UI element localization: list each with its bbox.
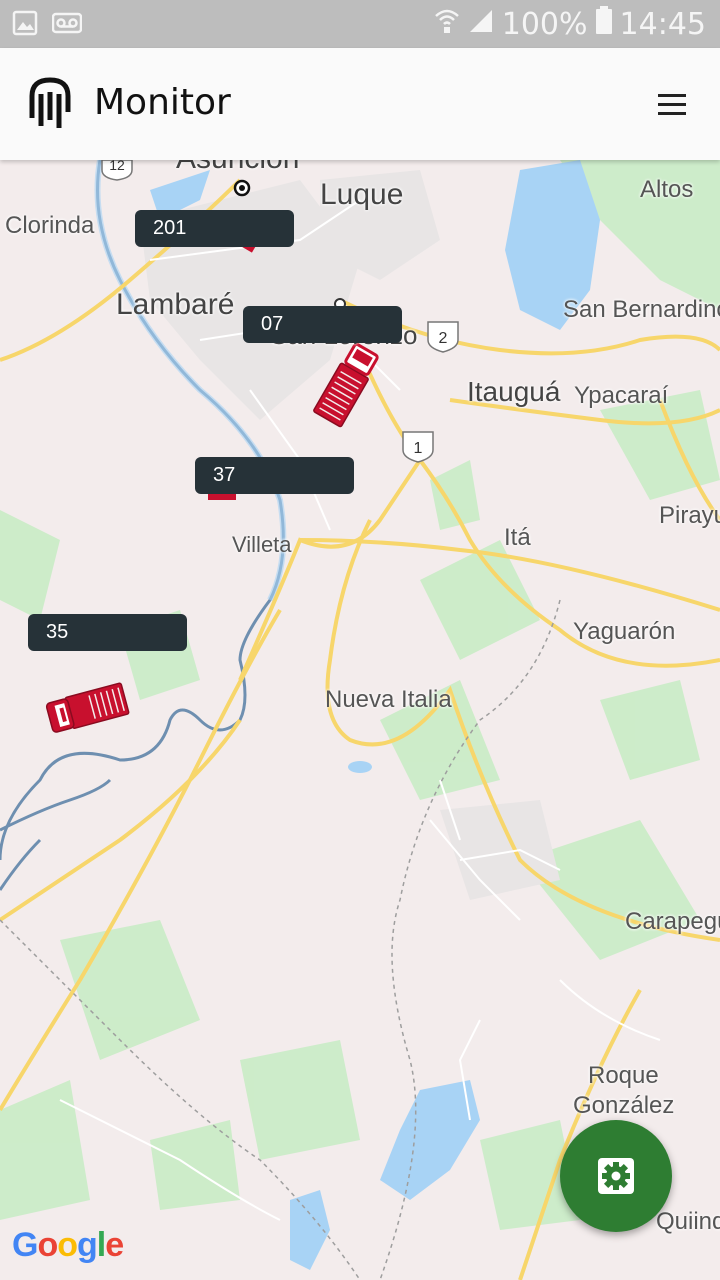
place-label: Clorinda	[5, 212, 95, 239]
vehicle-label[interactable]: 35	[28, 614, 187, 651]
voicemail-icon	[51, 10, 83, 41]
signal-icon	[468, 7, 494, 42]
place-label: Luque	[320, 178, 404, 211]
place-label: Asunción	[176, 160, 299, 176]
app-title: Monitor	[94, 82, 231, 123]
app-logo-icon	[28, 76, 72, 137]
wifi-icon	[434, 6, 460, 42]
settings-gear-icon	[598, 1158, 634, 1194]
place-label: Villeta	[232, 532, 292, 557]
map-view[interactable]: 12 2 1 Luque Clorinda Lambaré Altos San …	[0, 160, 720, 1280]
svg-text:12: 12	[109, 160, 125, 173]
route-shield-12: 12	[101, 160, 133, 181]
hamburger-menu-icon[interactable]	[658, 94, 686, 116]
google-logo: Google	[12, 1226, 124, 1264]
vehicle-label[interactable]: 37	[195, 457, 354, 494]
place-label: Itá	[504, 524, 531, 551]
settings-button[interactable]	[560, 1120, 672, 1232]
place-label: González	[573, 1092, 675, 1119]
place-label: Roque	[588, 1062, 659, 1089]
battery-icon	[595, 6, 612, 42]
place-label: Pirayu	[659, 502, 720, 529]
place-label: Lambaré	[116, 288, 235, 321]
place-label: Yaguarón	[573, 618, 676, 645]
place-label: Carapegu	[625, 908, 720, 935]
place-label: Itauguá	[467, 376, 561, 407]
place-label: Ypacaraí	[574, 382, 669, 409]
svg-text:1: 1	[414, 440, 423, 457]
place-label: Nueva Italia	[325, 686, 452, 713]
battery-percent: 100%	[501, 6, 588, 42]
place-label: San Bernardino	[563, 296, 720, 323]
svg-text:2: 2	[439, 330, 448, 347]
app-bar: Monitor	[0, 48, 720, 160]
vehicle-label[interactable]: 07	[243, 306, 402, 343]
place-label: Altos	[640, 176, 694, 203]
route-shield-1: 1	[402, 431, 434, 463]
clock: 14:45	[619, 6, 706, 42]
vehicle-label[interactable]: 201	[135, 210, 294, 247]
route-shield-2: 2	[427, 321, 459, 353]
status-bar: 100% 14:45	[0, 0, 720, 48]
place-label: Quiind	[656, 1208, 720, 1235]
image-icon	[12, 10, 38, 41]
